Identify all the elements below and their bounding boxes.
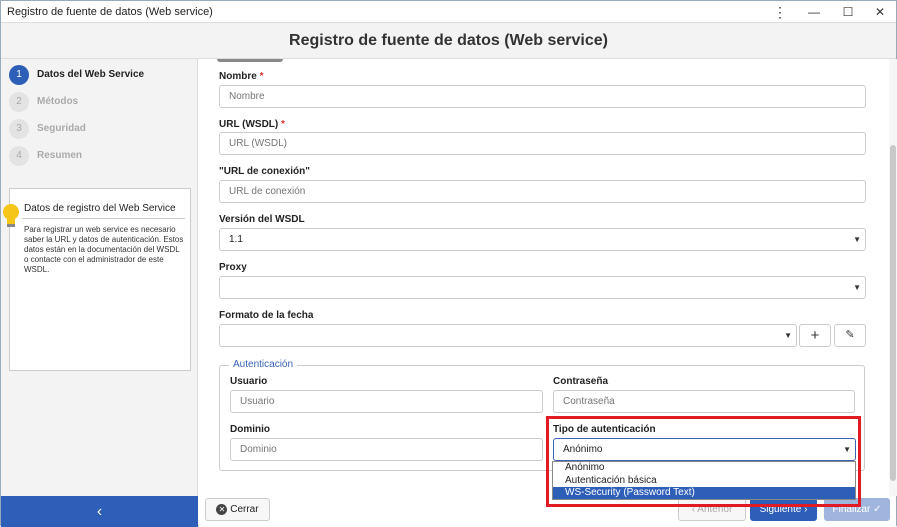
auth-legend: Autenticación [229,359,298,370]
close-window-button[interactable]: ✕ [863,1,897,23]
wizard-sidebar: 1 Datos del Web Service 2 Métodos 3 Segu… [1,59,198,496]
caret-down-icon: ▼ [784,331,792,340]
page-header: Registro de fuente de datos (Web service… [1,23,896,59]
step-number: 3 [9,119,29,139]
url-conexion-label: "URL de conexión" [219,166,310,177]
scroll-cut-element [217,59,283,62]
version-label: Versión del WSDL [219,214,305,225]
formato-select[interactable]: ▼ [219,324,797,347]
scrollbar-thumb[interactable] [890,145,896,481]
dominio-label: Dominio [230,424,270,435]
edit-format-button[interactable]: ✎ [834,324,866,347]
url-conexion-input[interactable] [219,180,866,203]
chevron-left-icon: ‹ [96,503,103,520]
usuario-label: Usuario [230,376,268,387]
step-label: Seguridad [37,123,86,134]
collapse-sidebar-button[interactable]: ‹ [1,496,198,527]
step-number: 2 [9,92,29,112]
contrasena-input[interactable] [553,390,855,413]
highlight-box [546,416,861,507]
step-label: Resumen [37,150,83,161]
help-text: Para registrar un web service es necesar… [24,225,184,274]
maximize-button[interactable]: ☐ [831,1,865,23]
url-wsdl-input[interactable] [219,132,866,155]
usuario-input[interactable] [230,390,543,413]
cerrar-button[interactable]: ✕ Cerrar [205,498,270,521]
lightbulb-icon [3,204,19,227]
version-value: 1.1 [229,234,243,245]
close-circle-icon: ✕ [216,503,228,515]
window-title: Registro de fuente de datos (Web service… [7,6,213,18]
minimize-button[interactable]: — [797,1,831,23]
step-number: 4 [9,146,29,166]
caret-down-icon: ▼ [853,283,861,292]
page-title: Registro de fuente de datos (Web service… [289,32,608,49]
check-icon: ✓ [873,504,882,515]
version-select[interactable]: 1.1 ▼ [219,228,866,251]
help-title: Datos de registro del Web Service [24,203,176,214]
step-label: Datos del Web Service [37,69,145,80]
nombre-label: Nombre * [219,71,264,82]
nombre-input[interactable] [219,85,866,108]
pencil-icon: ✎ [845,329,855,341]
formato-label: Formato de la fecha [219,310,314,321]
dominio-input[interactable] [230,438,543,461]
more-options-icon[interactable]: ⋮ [763,1,797,23]
add-format-button[interactable]: + [799,324,831,347]
step-label: Métodos [37,96,79,107]
divider [22,218,185,219]
caret-down-icon: ▼ [853,235,861,244]
help-panel: Datos de registro del Web Service Para r… [3,188,191,371]
title-bar: Registro de fuente de datos (Web service… [1,1,896,23]
proxy-select[interactable]: ▼ [219,276,866,299]
plus-icon: + [810,327,820,344]
vertical-scrollbar[interactable] [889,59,897,496]
app-window: Registro de fuente de datos (Web service… [0,0,897,527]
step-number: 1 [9,65,29,85]
contrasena-label: Contraseña [553,376,609,387]
url-wsdl-label: URL (WSDL) * [219,119,285,130]
cerrar-label: Cerrar [230,504,259,515]
proxy-label: Proxy [219,262,247,273]
